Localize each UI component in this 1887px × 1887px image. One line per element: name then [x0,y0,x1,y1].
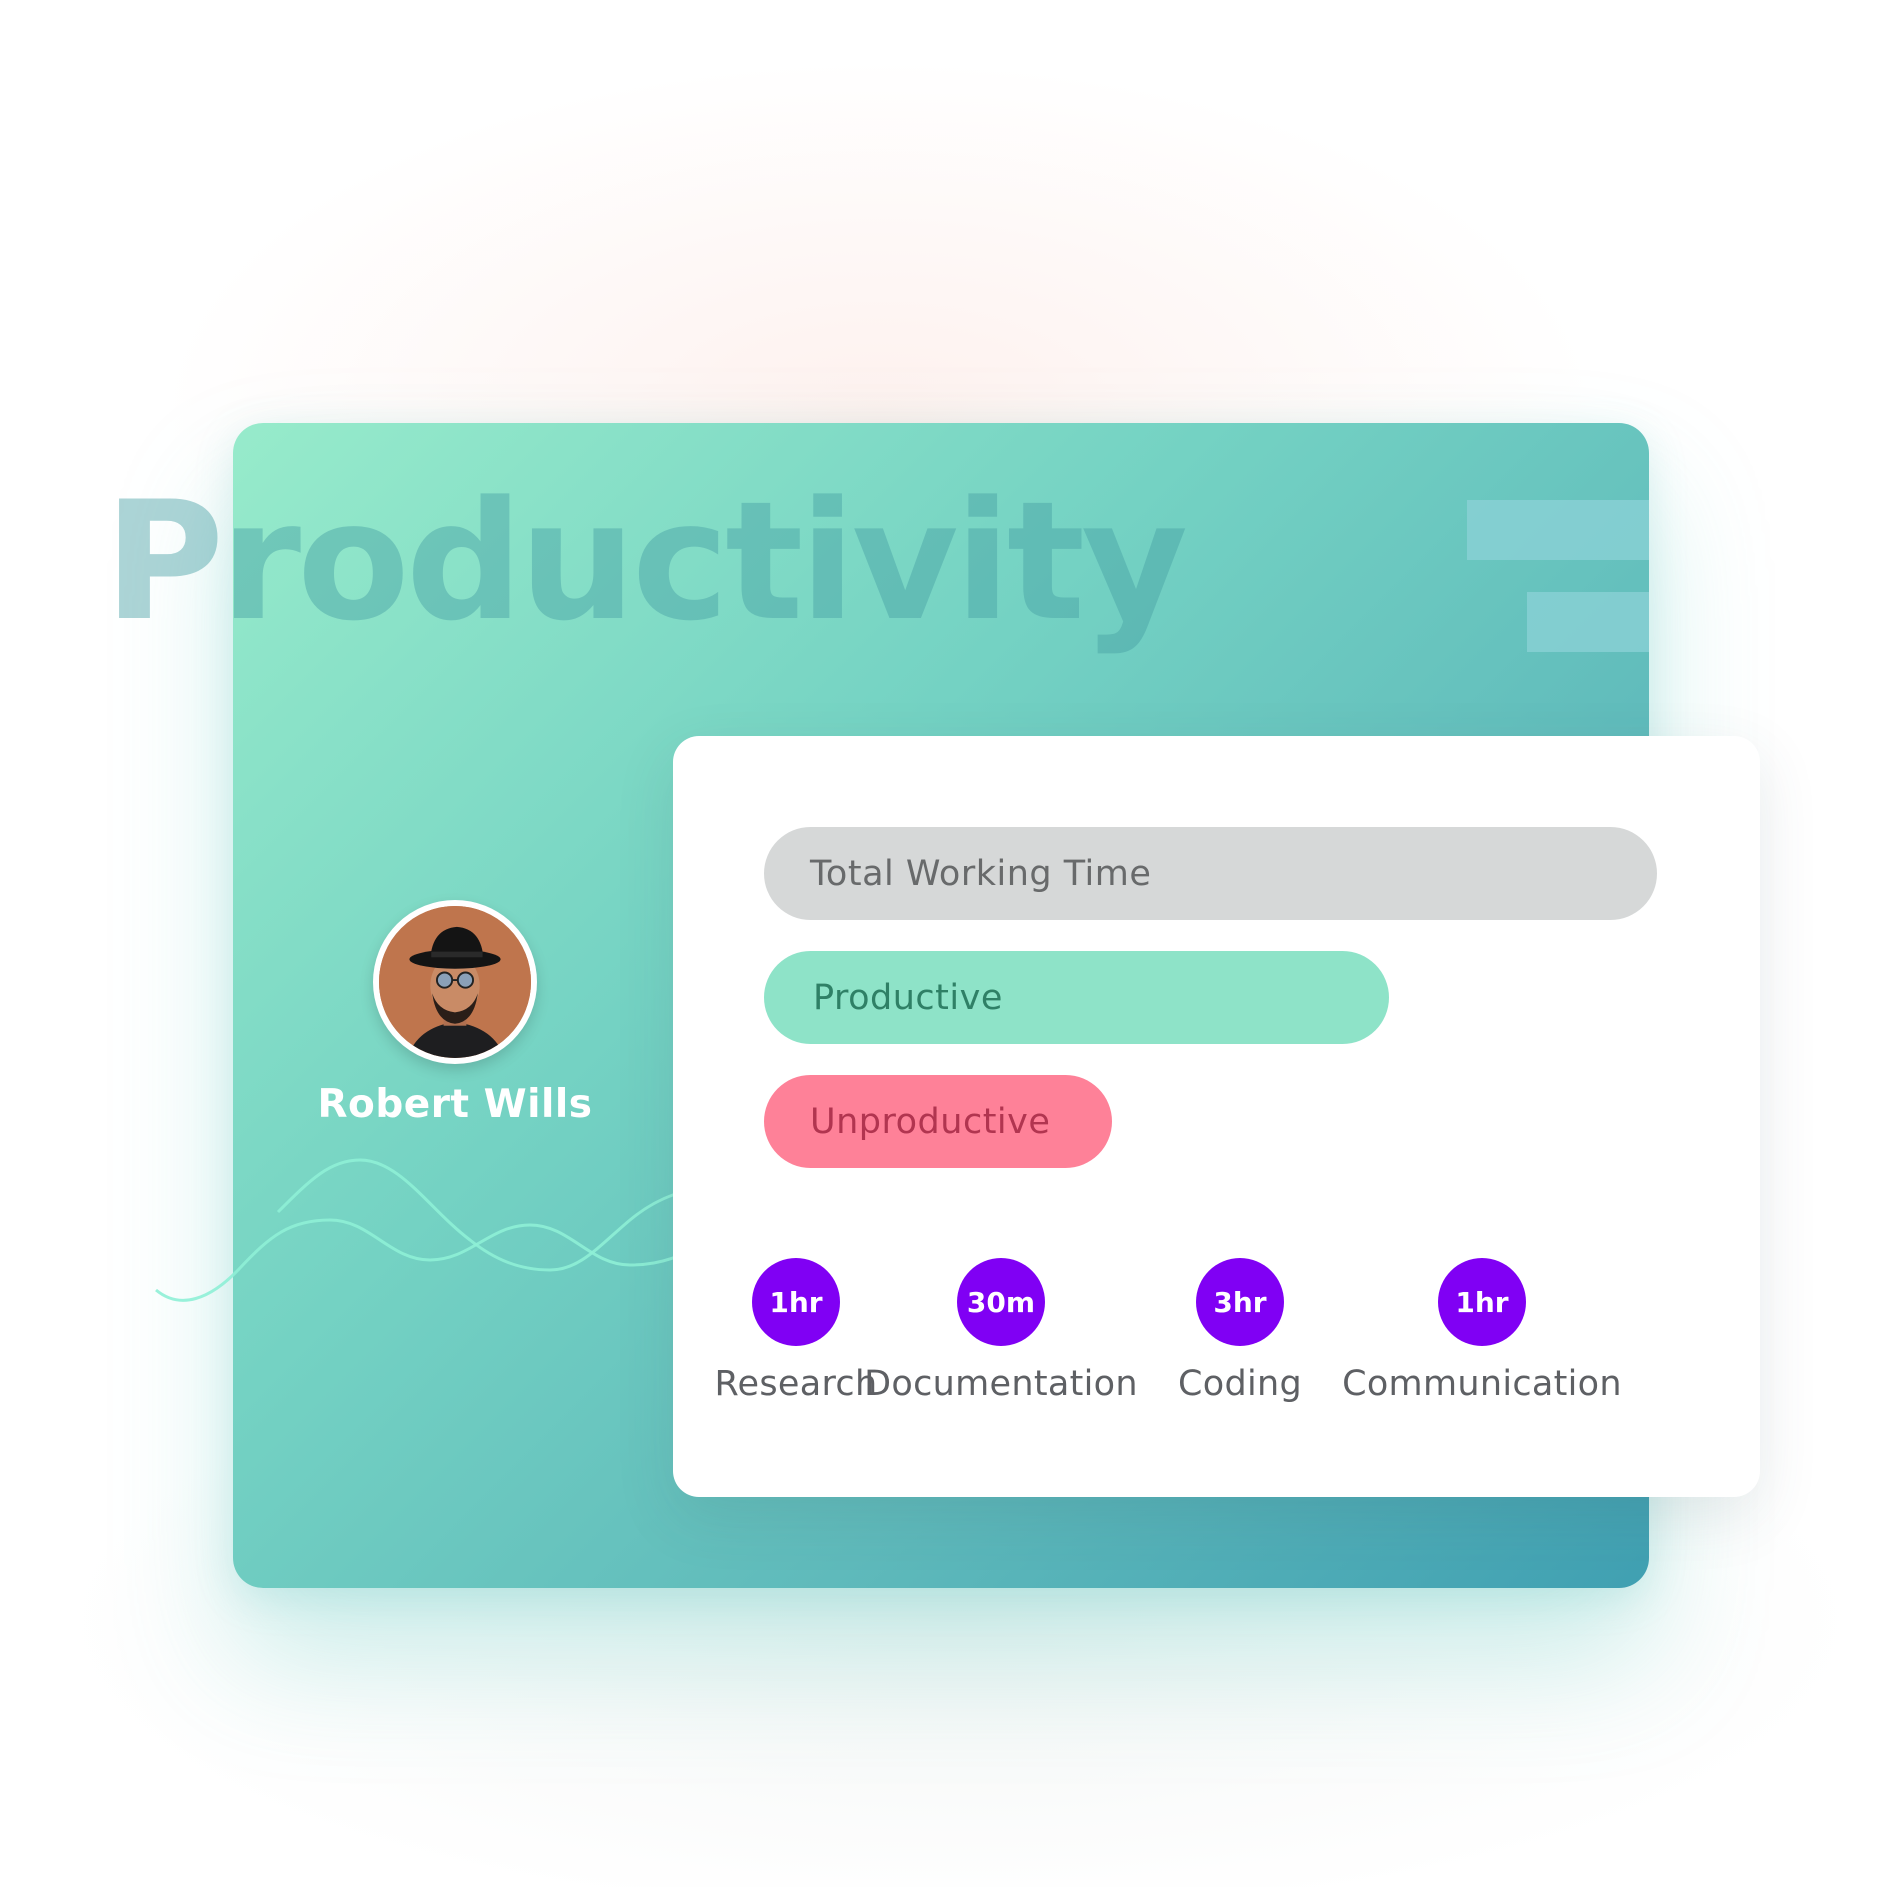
productive-label: Productive [813,977,1003,1018]
background-title: Productivity [104,466,1188,657]
unproductive-label: Unproductive [810,1101,1051,1142]
activity-duration-badge: 1hr [1438,1258,1526,1346]
activity-duration-badge: 3hr [1196,1258,1284,1346]
activity-communication[interactable]: 1hr Communication [1332,1258,1632,1404]
user-name: Robert Wills [317,1082,593,1127]
user-profile: Robert Wills [290,900,620,1127]
unproductive-bar: Unproductive [764,1075,1112,1168]
productive-bar: Productive [764,951,1389,1044]
page: Productivity Robert Wills Total Working … [0,0,1887,1887]
total-working-time-label: Total Working Time [810,853,1152,894]
decorative-wave [155,1158,710,1302]
avatar[interactable] [373,900,537,1064]
decorative-bar-top [1467,500,1649,560]
user-avatar-photo-icon [379,906,531,1058]
activity-duration-badge: 30m [957,1258,1045,1346]
activity-duration-badge: 1hr [752,1258,840,1346]
activity-label: Communication [1342,1364,1622,1404]
productivity-summary-card: Total Working Time Productive Unproducti… [673,736,1760,1497]
activity-label: Coding [1178,1364,1302,1404]
decorative-bar-bottom [1527,592,1649,652]
total-working-time-bar: Total Working Time [764,827,1657,920]
